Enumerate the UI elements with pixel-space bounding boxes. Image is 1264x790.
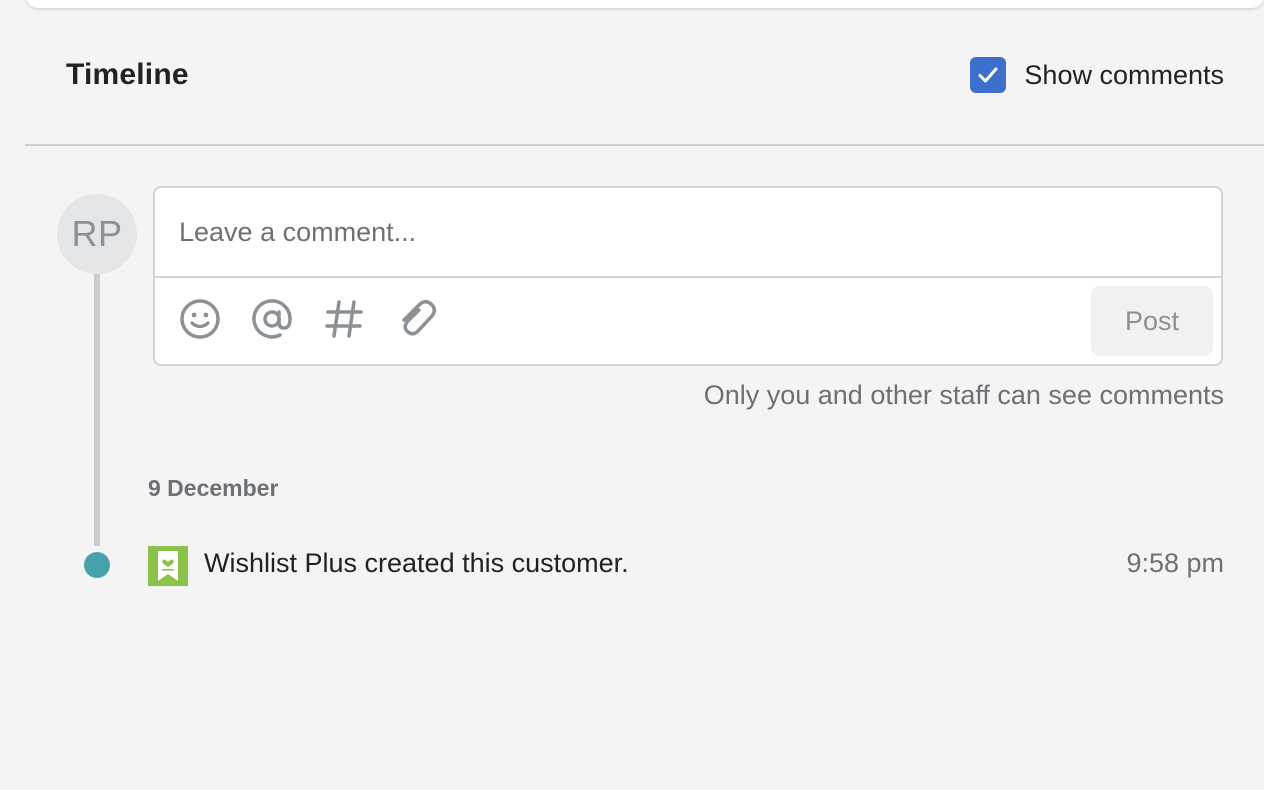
show-comments-label: Show comments: [1024, 59, 1224, 90]
comment-composer: Post: [153, 186, 1223, 366]
checkmark-icon: [978, 67, 998, 83]
comments-visibility-note: Only you and other staff can see comment…: [703, 380, 1224, 410]
timeline-event-text: Wishlist Plus created this customer.: [204, 548, 629, 578]
previous-card: [26, 0, 1264, 8]
show-comments-checkbox[interactable]: [970, 57, 1007, 93]
emoji-icon[interactable]: [177, 296, 223, 342]
wishlist-plus-app-icon: [148, 546, 188, 586]
show-comments-toggle[interactable]: Show comments: [970, 57, 1224, 93]
post-button[interactable]: Post: [1091, 286, 1213, 356]
mention-icon[interactable]: [249, 296, 295, 342]
avatar: RP: [57, 194, 137, 274]
timeline-event-time: 9:58 pm: [1126, 548, 1224, 578]
timeline-event-dot: [84, 552, 110, 578]
timeline-title: Timeline: [66, 58, 189, 91]
attachment-icon[interactable]: [393, 296, 439, 342]
header-divider: [25, 144, 1264, 146]
timeline-line: [94, 274, 100, 546]
avatar-initials: RP: [71, 213, 123, 254]
hashtag-icon[interactable]: [321, 296, 367, 342]
comment-input[interactable]: [155, 188, 1221, 278]
date-heading: 9 December: [148, 475, 279, 501]
